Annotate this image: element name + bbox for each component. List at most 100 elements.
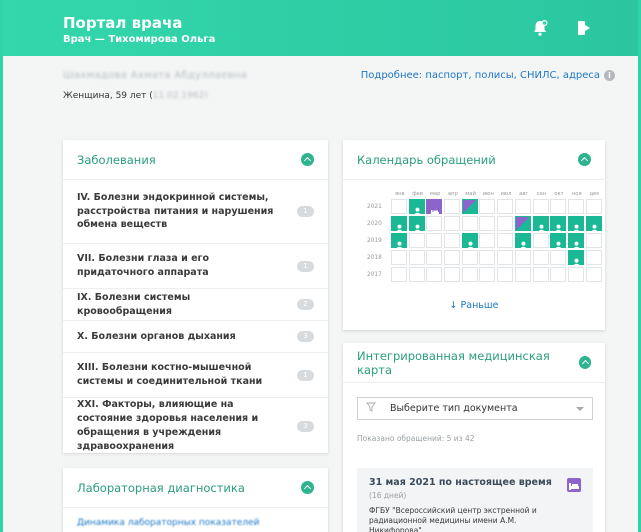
disease-label: X. Болезни органов дыхания	[77, 330, 236, 342]
disease-label: XIII. Болезни костно-мышечной системы и …	[77, 362, 263, 387]
collapse-icon[interactable]	[301, 481, 314, 494]
outpatient-visit-cell[interactable]	[567, 233, 584, 251]
empty-month-cell	[532, 199, 549, 214]
patient-info: Женщина, 59 лет (11.02.1962)	[63, 91, 615, 101]
empty-month-cell	[585, 199, 602, 214]
calendar-card-header[interactable]: Календарь обращений	[343, 140, 605, 180]
disease-label: XXI. Факторы, влияющие на состояние здор…	[77, 399, 259, 452]
month-label: янв	[395, 191, 405, 197]
earlier-link[interactable]: ↓ Раньше	[343, 300, 605, 311]
outpatient-visit-cell[interactable]	[461, 233, 478, 251]
disease-label: VII. Болезни глаза и его придаточного ап…	[77, 253, 210, 278]
lab-card-header[interactable]: Лабораторная диагностика	[63, 468, 328, 508]
disease-count-badge: 1	[297, 260, 314, 272]
info-icon: i	[604, 70, 615, 81]
month-label: ноя	[571, 191, 582, 197]
empty-month-cell	[444, 250, 461, 265]
collapse-icon[interactable]	[578, 153, 591, 166]
empty-month-cell	[550, 267, 567, 282]
outpatient-visit-cell[interactable]	[567, 250, 584, 268]
empty-month-cell	[567, 267, 584, 282]
document-type-placeholder: Выберите тип документа	[390, 403, 518, 414]
empty-month-cell	[391, 250, 407, 265]
empty-month-cell	[444, 216, 461, 231]
disease-item[interactable]: IV. Болезни эндокринной системы, расстро…	[63, 180, 328, 244]
year-label: 2021	[367, 203, 382, 210]
empty-month-cell	[497, 199, 514, 214]
outpatient-visit-cell[interactable]	[391, 233, 407, 251]
disease-item[interactable]: VII. Болезни глаза и его придаточного ап…	[63, 244, 328, 289]
empty-month-cell	[567, 199, 584, 214]
empty-month-cell	[532, 233, 549, 248]
empty-month-cell	[461, 250, 478, 265]
outpatient-visit-cell[interactable]	[585, 216, 602, 234]
outpatient-visit-cell[interactable]	[550, 233, 567, 251]
mixed-visit-cell[interactable]	[461, 199, 478, 214]
mixed-visit-cell[interactable]	[514, 216, 531, 231]
portal-title: Портал врача	[63, 14, 183, 32]
disease-item[interactable]: IX. Болезни системы кровообращения 2	[63, 289, 328, 321]
empty-month-cell	[585, 267, 602, 282]
empty-month-cell	[585, 250, 602, 265]
lab-dynamics-link[interactable]: Динамика лабораторных показателей	[77, 518, 259, 528]
calendar-year-row: 2020	[367, 216, 603, 234]
outpatient-visit-cell[interactable]	[532, 216, 549, 234]
empty-month-cell	[497, 233, 514, 248]
outpatient-visit-cell[interactable]	[567, 216, 584, 234]
calendar-year-row: 2019	[367, 233, 603, 251]
collapse-icon[interactable]	[578, 356, 591, 369]
empty-month-cell	[426, 250, 443, 265]
diseases-card-header[interactable]: Заболевания	[63, 140, 328, 180]
month-label: апр	[447, 191, 458, 197]
disease-item[interactable]: X. Болезни органов дыхания 3	[63, 321, 328, 353]
filter-icon	[366, 402, 376, 415]
outpatient-visit-cell[interactable]	[514, 233, 531, 251]
month-label: июл	[500, 191, 512, 197]
outpatient-visit-cell[interactable]	[408, 199, 425, 217]
collapse-icon[interactable]	[301, 153, 314, 166]
diseases-list: IV. Болезни эндокринной системы, расстро…	[63, 180, 328, 455]
empty-month-cell	[479, 233, 496, 248]
patient-details-link[interactable]: Подробнее: паспорт, полисы, СНИЛС, адрес…	[361, 70, 615, 81]
outpatient-visit-cell[interactable]	[408, 216, 425, 234]
calendar-year-row: 2018	[367, 250, 603, 268]
hospitalization-cell[interactable]	[426, 199, 443, 215]
calendar-title: Календарь обращений	[357, 152, 496, 167]
logout-icon[interactable]	[575, 19, 595, 39]
month-label: сен	[536, 191, 547, 197]
outpatient-visit-cell[interactable]	[550, 216, 567, 234]
empty-month-cell	[426, 233, 443, 248]
calendar-card: Календарь обращений янв фев мар апр май июн ию…	[343, 140, 605, 330]
chevron-down-icon	[576, 406, 584, 411]
year-label: 2020	[367, 220, 382, 227]
episode-organization: ФГБУ "Всероссийский центр экстренной и р…	[369, 506, 537, 532]
lab-title: Лабораторная диагностика	[77, 480, 245, 495]
disease-item[interactable]: XXI. Факторы, влияющие на состояние здор…	[63, 398, 328, 455]
episode-card[interactable]: 31 мая 2021 по настоящее время (16 дней)…	[357, 468, 593, 532]
month-label: май	[465, 191, 476, 197]
empty-month-cell	[391, 199, 407, 214]
empty-month-cell	[497, 267, 514, 282]
emr-card-header[interactable]: Интегрированная медицинская карта	[343, 343, 605, 383]
empty-month-cell	[391, 267, 407, 282]
calendar-year-row: 2021	[367, 199, 603, 217]
calendar-months: янв фев мар апр май июн июл авг сен окт ноя дек	[391, 191, 603, 197]
empty-month-cell	[408, 233, 425, 248]
empty-month-cell	[479, 216, 496, 231]
disease-count-badge: 3	[297, 420, 314, 432]
disease-item[interactable]: XIII. Болезни костно-мышечной системы и …	[63, 353, 328, 398]
empty-month-cell	[479, 250, 496, 265]
empty-month-cell	[550, 250, 567, 265]
empty-month-cell	[479, 199, 496, 214]
top-bar: Портал врача Врач — Тихомирова Ольга	[3, 0, 638, 56]
disease-count-badge: 3	[297, 331, 314, 342]
outpatient-visit-cell[interactable]	[391, 216, 407, 234]
empty-month-cell	[479, 267, 496, 282]
document-type-select[interactable]: Выберите тип документа	[357, 397, 593, 420]
empty-month-cell	[426, 216, 443, 231]
doctor-name: Врач — Тихомирова Ольга	[63, 34, 216, 45]
app-frame: Портал врача Врач — Тихомирова Ольга Шах…	[0, 0, 641, 532]
bell-icon[interactable]	[531, 19, 551, 39]
year-label: 2019	[367, 237, 382, 244]
empty-month-cell	[426, 267, 443, 282]
